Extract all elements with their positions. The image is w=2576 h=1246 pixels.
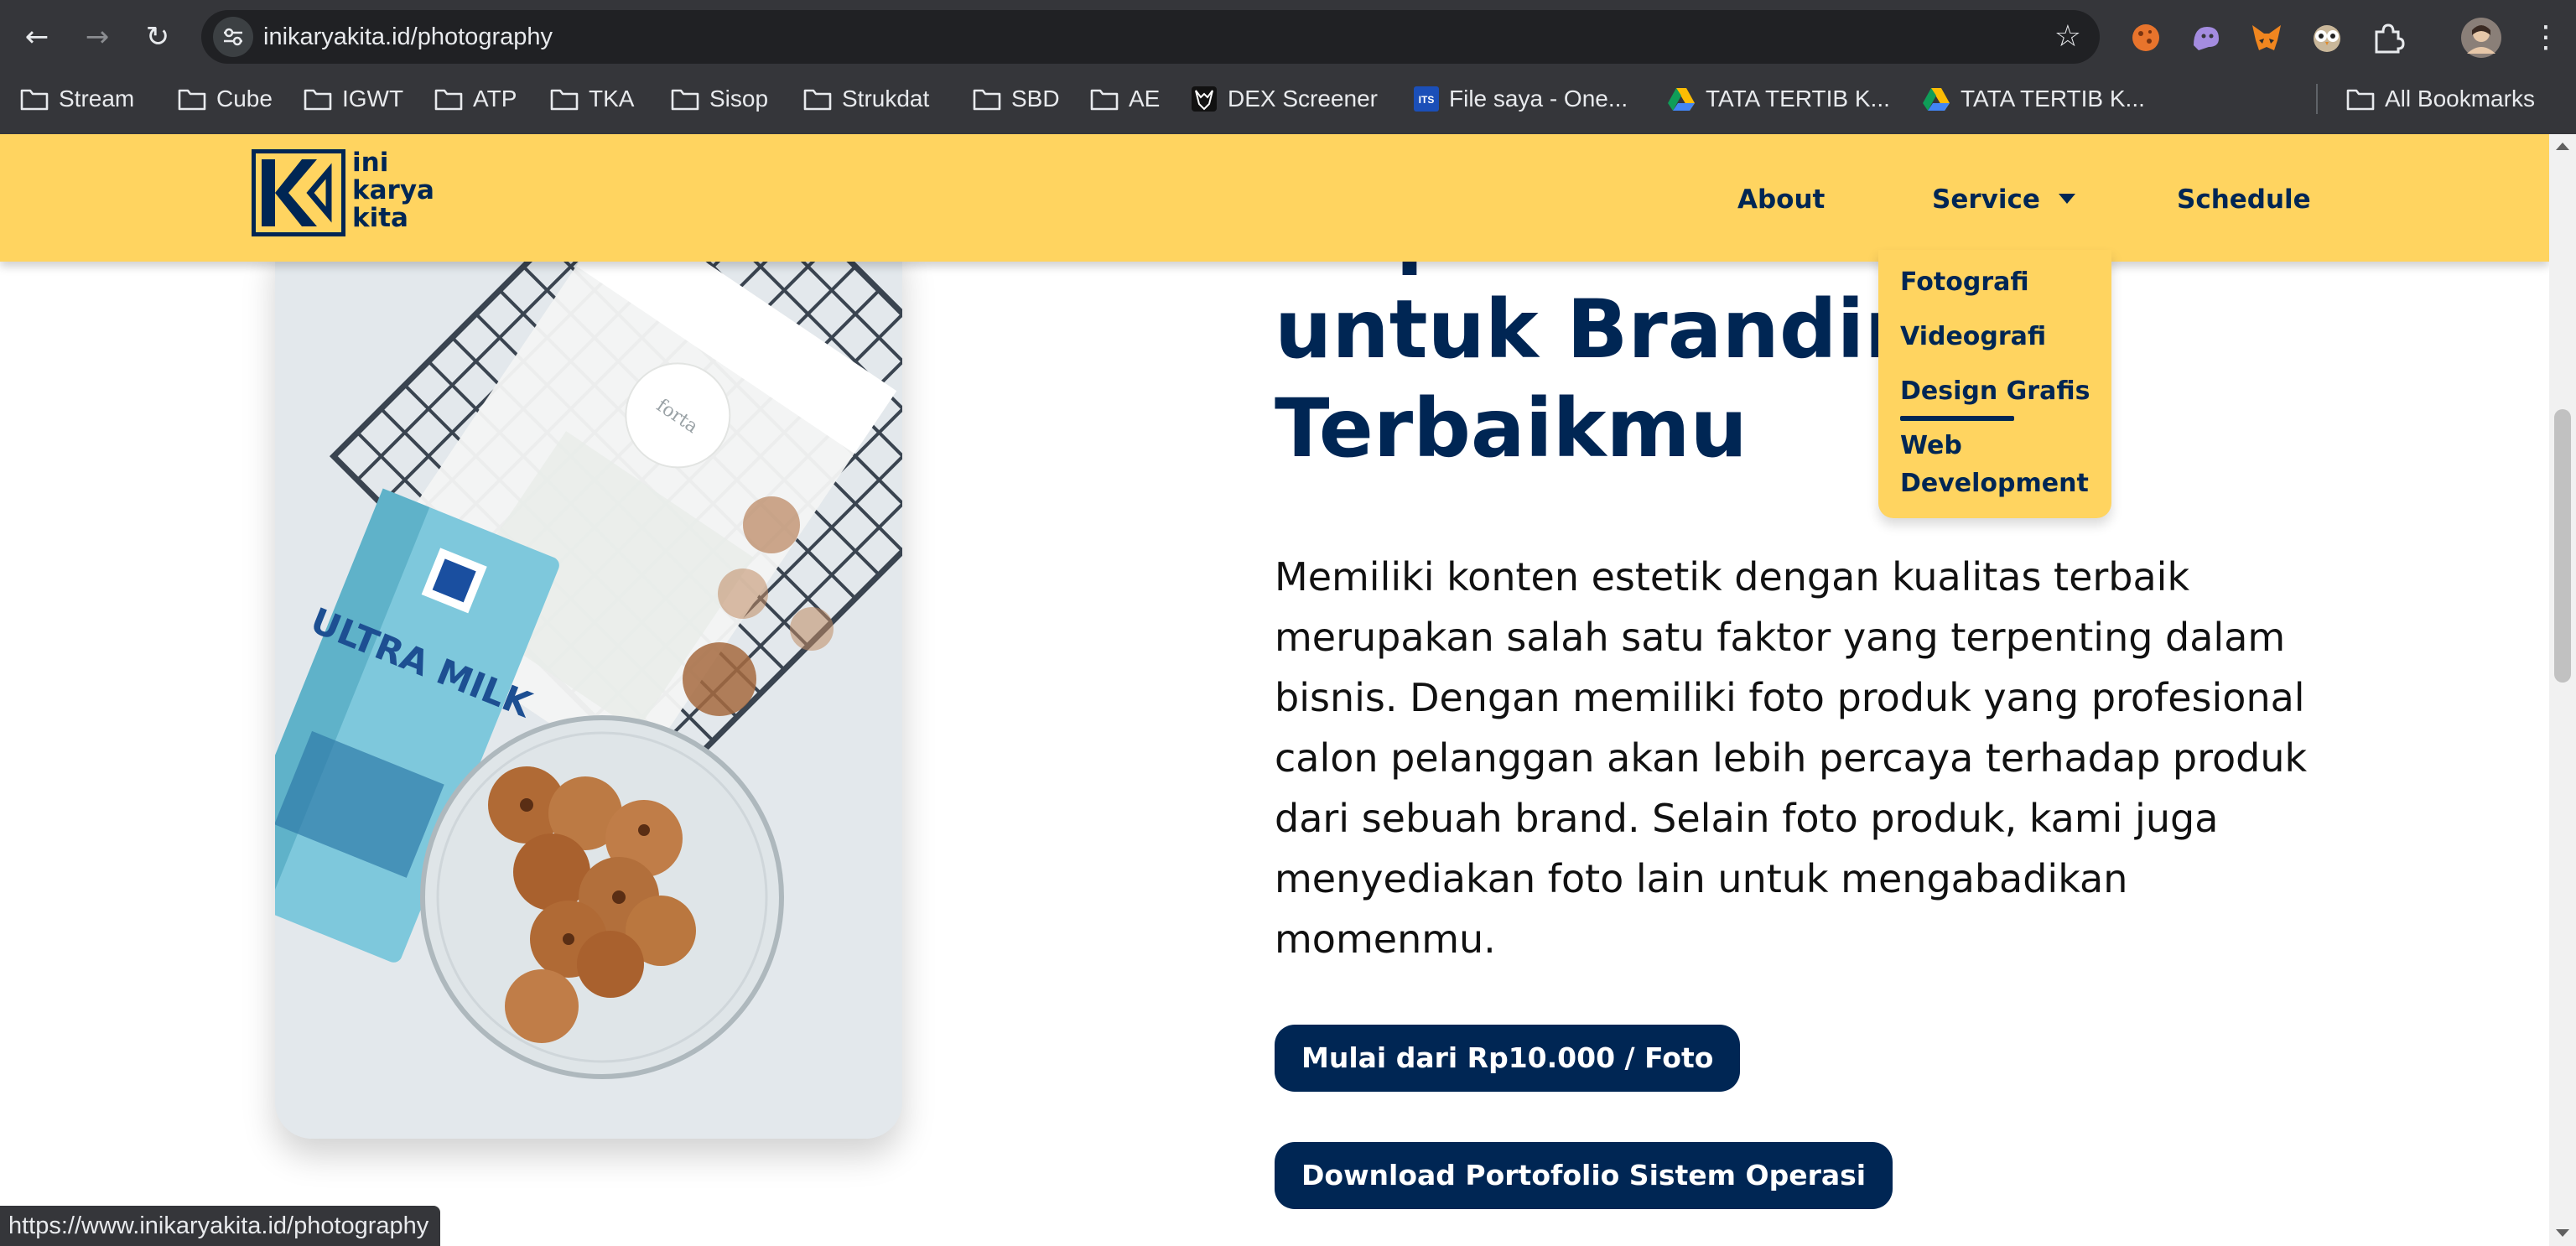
nav-service-label: Service [1932, 184, 2040, 215]
nav-about[interactable]: About [1737, 176, 1825, 223]
scroll-down-arrow-icon[interactable] [2556, 1229, 2569, 1237]
reload-button[interactable]: ↻ [136, 15, 179, 59]
bookmark-item[interactable]: Sisop [671, 75, 768, 122]
back-button[interactable]: ← [15, 15, 59, 59]
bookmark-label: SBD [1011, 86, 1060, 112]
folder-icon [1090, 89, 1119, 111]
bookmark-label: TKA [589, 86, 635, 112]
its-icon: ITS [1414, 86, 1439, 112]
bookmark-label: Strukdat [842, 86, 930, 112]
logo-line: karya [352, 175, 434, 205]
folder-icon [20, 89, 49, 111]
active-item-underline [1900, 416, 2014, 421]
google-drive-icon [1668, 88, 1695, 111]
bookmark-item[interactable]: DEX Screener [1191, 75, 1378, 122]
service-dropdown-menu: Fotografi Videografi Design Grafis Web D… [1878, 250, 2111, 518]
bookmarks-divider [2316, 84, 2318, 114]
browser-menu-icon[interactable]: ⋮ [2529, 17, 2563, 59]
hero-product-photo: forta ULTRA MILK [275, 226, 902, 1139]
web-page: forta ULTRA MILK untuk Branding Terbaikm… [0, 134, 2549, 1246]
folder-icon [973, 89, 1001, 111]
browser-chrome: ← → ↻ inikaryakita.id/photography ☆ ⋮ St… [0, 0, 2576, 134]
headline-line: Terbaikmu [1275, 382, 1748, 475]
bookmark-item[interactable]: IGWT [304, 75, 403, 122]
bookmark-item[interactable]: Strukdat [803, 75, 929, 122]
bookmark-label: TATA TERTIB K... [1961, 86, 2145, 112]
ghost-extension-icon[interactable] [2189, 20, 2224, 55]
bookmark-label: DEX Screener [1228, 86, 1378, 112]
nav-schedule[interactable]: Schedule [2177, 176, 2311, 223]
bookmark-label: File saya - One... [1449, 86, 1628, 112]
logo-line: kita [352, 203, 408, 233]
address-url[interactable]: inikaryakita.id/photography [263, 10, 553, 64]
scroll-up-arrow-icon[interactable] [2556, 143, 2569, 150]
logo-wordmark: ini karya kita [352, 149, 453, 232]
bookmark-label: TATA TERTIB K... [1706, 86, 1890, 112]
folder-icon [550, 89, 579, 111]
price-button[interactable]: Mulai dari Rp10.000 / Foto [1275, 1025, 1741, 1092]
dropdown-item-fotografi[interactable]: Fotografi [1900, 263, 2101, 301]
bookmark-item[interactable]: TATA TERTIB K... [1667, 75, 1890, 122]
extensions-puzzle-icon[interactable] [2370, 20, 2405, 55]
metamask-fox-icon[interactable] [2249, 20, 2284, 55]
bookmark-item[interactable]: TKA [550, 75, 634, 122]
bookmark-label: IGWT [342, 86, 404, 112]
site-header: ini karya kita About Service Schedule [0, 134, 2549, 262]
dropdown-item-web-development[interactable]: Web Development [1900, 427, 2101, 502]
all-bookmarks-button[interactable]: All Bookmarks [2346, 75, 2535, 122]
caret-down-icon [2058, 193, 2075, 204]
logo-mark-icon [251, 148, 346, 237]
bookmark-item[interactable]: ATP [434, 75, 517, 122]
owl-extension-icon[interactable] [2309, 20, 2345, 55]
cookie-extension-icon[interactable] [2128, 20, 2163, 55]
address-bar[interactable]: inikaryakita.id/photography ☆ [201, 10, 2100, 64]
folder-icon [434, 89, 463, 111]
bookmark-item[interactable]: AE [1090, 75, 1160, 122]
svg-text:ITS: ITS [1419, 94, 1435, 106]
folder-icon [178, 89, 206, 111]
link-status-bubble: https://www.inikaryakita.id/photography [0, 1206, 441, 1246]
bookmark-item[interactable]: ITS File saya - One... [1414, 75, 1628, 122]
folder-icon [304, 89, 332, 111]
scrollbar-thumb[interactable] [2554, 409, 2571, 683]
bookmark-label: AE [1129, 86, 1161, 112]
bookmark-item[interactable]: SBD [973, 75, 1060, 122]
bookmark-item[interactable]: Cube [178, 75, 273, 122]
dex-screener-icon [1192, 86, 1217, 112]
bookmark-star-icon[interactable]: ☆ [2054, 10, 2081, 64]
folder-icon [803, 89, 832, 111]
bookmark-label: Sisop [709, 86, 769, 112]
bookmark-label: Cube [216, 86, 273, 112]
bookmarks-bar: Stream Cube IGWT ATP TKA Sisop Strukdat [0, 75, 2576, 134]
download-portfolio-button[interactable]: Download Portofolio Sistem Operasi [1275, 1142, 1893, 1209]
page-scrollbar[interactable] [2549, 134, 2576, 1246]
dropdown-item-videografi[interactable]: Videografi [1900, 318, 2101, 356]
logo-line: ini [352, 148, 389, 178]
profile-avatar[interactable] [2460, 17, 2502, 59]
bookmark-label: ATP [473, 86, 517, 112]
bookmark-item[interactable]: Stream [20, 75, 134, 122]
browser-toolbar: ← → ↻ inikaryakita.id/photography ☆ ⋮ [0, 0, 2576, 75]
google-drive-icon [1923, 88, 1950, 111]
dropdown-item-design-grafis[interactable]: Design Grafis [1900, 372, 2101, 410]
site-logo[interactable]: ini karya kita [251, 148, 444, 237]
hero-description: Memiliki konten estetik dengan kualitas … [1275, 554, 2308, 962]
forward-button[interactable]: → [75, 15, 119, 59]
all-bookmarks-label: All Bookmarks [2385, 86, 2535, 112]
folder-icon [2346, 89, 2375, 111]
nav-service[interactable]: Service [1932, 176, 2075, 223]
folder-icon [671, 89, 699, 111]
headline-line: untuk Branding [1275, 283, 1980, 376]
bookmark-item[interactable]: TATA TERTIB K... [1922, 75, 2145, 122]
bookmark-label: Stream [59, 86, 135, 112]
site-info-icon[interactable] [213, 17, 253, 57]
cookie-plate [420, 715, 784, 1079]
